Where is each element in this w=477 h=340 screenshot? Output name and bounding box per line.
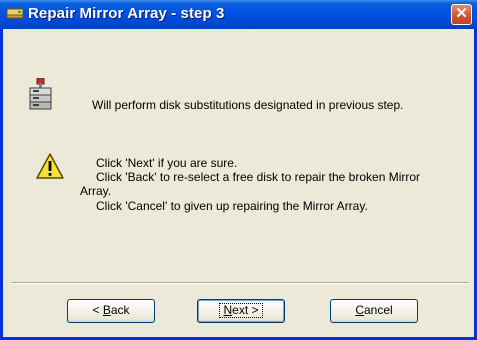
title-bar[interactable]: Repair Mirror Array - step 3 ✕ [0, 0, 477, 29]
next-accel: N [223, 303, 233, 317]
close-icon[interactable]: ✕ [451, 4, 472, 25]
warning-line-2: Click 'Back' to re-select a free disk to… [96, 170, 421, 184]
warning-line-1: Click 'Next' if you are sure. [96, 156, 238, 170]
warning-line-3: Array. [80, 184, 112, 198]
back-button[interactable]: < Back [67, 299, 155, 323]
separator [11, 282, 469, 284]
repair-mirror-dialog: Repair Mirror Array - step 3 ✕ Will perf… [0, 0, 477, 340]
next-focus: Next > [219, 303, 263, 318]
next-button[interactable]: Next > [197, 299, 285, 323]
title-drive-icon [6, 8, 24, 19]
cancel-accel: C [355, 303, 364, 317]
info-text: Will perform disk substitutions designat… [92, 98, 404, 112]
cancel-button[interactable]: Cancel [330, 299, 418, 323]
back-rest: ack [110, 303, 130, 317]
cancel-rest: ancel [363, 303, 393, 317]
warning-line-4: Click 'Cancel' to given up repairing the… [96, 199, 368, 213]
next-rest: ext > [232, 303, 259, 317]
back-accel: B [102, 303, 111, 317]
disk-array-icon [29, 78, 52, 110]
warning-icon [36, 153, 64, 179]
back-prefix: < [92, 303, 103, 317]
window-title: Repair Mirror Array - step 3 [28, 5, 225, 22]
